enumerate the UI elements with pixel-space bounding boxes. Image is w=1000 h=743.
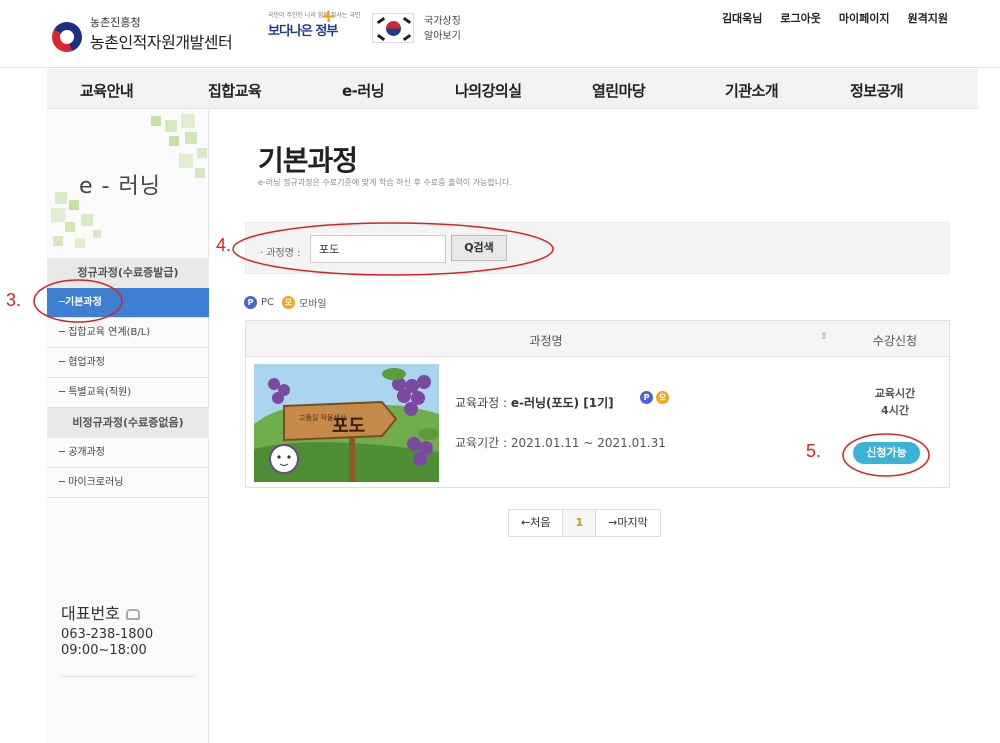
sidebar-hero: e - 러닝 bbox=[47, 110, 209, 258]
nav-education-info[interactable]: 교육안내 bbox=[80, 80, 134, 101]
page: 농촌진흥청 농촌인적자원개발센터 국민이 주인인 나라 함께 잘사는 국민 보다… bbox=[0, 0, 1000, 743]
contact-hours: 09:00~18:00 bbox=[61, 643, 147, 658]
sidebar-item-special[interactable]: ─ 특별교육(직원) bbox=[47, 378, 209, 408]
last-page-button[interactable]: →마지막 bbox=[596, 510, 660, 536]
pc-badge-icon: P bbox=[244, 296, 257, 309]
user-name-link[interactable]: 김대욱님 bbox=[722, 10, 762, 26]
sidebar: e - 러닝 정규과정(수료증발급) ─기본과정 ─ 집합교육 연계(B/L) … bbox=[47, 110, 209, 743]
divider bbox=[61, 676, 195, 677]
remote-support-link[interactable]: 원격지원 bbox=[908, 10, 948, 26]
page-description: e-러닝 정규과정은 수료기준에 맞게 학습 하신 후 수료증 출력이 가능합니… bbox=[258, 178, 513, 187]
course-table: 과정명 ⇕ 수강신청 고품질 작물생산 포도 교육과정: e-러닝(포도) [… bbox=[245, 320, 950, 488]
header: 농촌진흥청 농촌인적자원개발센터 국민이 주인인 나라 함께 잘사는 국민 보다… bbox=[0, 0, 1000, 68]
nav-elearning[interactable]: e-러닝 bbox=[342, 80, 385, 101]
nav-my-classroom[interactable]: 나의강의실 bbox=[455, 80, 522, 101]
contact-label: 대표번호 bbox=[61, 604, 120, 623]
pagination: ←처음 1 →마지막 bbox=[508, 509, 661, 537]
page-number-current[interactable]: 1 bbox=[563, 510, 597, 536]
mobile-badge-icon: 모 bbox=[656, 391, 669, 404]
contact-box: 대표번호 bbox=[61, 600, 140, 624]
main-nav: 교육안내 집합교육 e-러닝 나의강의실 열린마당 기관소개 정보공개 bbox=[47, 69, 978, 109]
annotation-label-4: 4. bbox=[216, 235, 232, 255]
nav-open-forum[interactable]: 열린마당 bbox=[592, 80, 646, 101]
top-links: 김대욱님 로그아웃 마이페이지 원격지원 bbox=[722, 10, 948, 26]
table-header: 과정명 ⇕ 수강신청 bbox=[246, 321, 949, 357]
course-search-input[interactable] bbox=[310, 235, 446, 263]
mobile-badge-icon: 모 bbox=[282, 296, 296, 309]
gov-plus-icon: + bbox=[321, 6, 337, 27]
col-apply: 수강신청 bbox=[872, 334, 918, 348]
page-title: 기본과정 bbox=[258, 144, 358, 177]
sidebar-group-nonregular: 비정규과정(수료증없음) bbox=[47, 408, 209, 438]
pc-label: PC bbox=[261, 297, 275, 308]
pc-badge-icon: P bbox=[640, 391, 653, 404]
course-thumbnail[interactable]: 고품질 작물생산 포도 bbox=[254, 364, 439, 482]
gov-slogan-small: 국민이 주인인 나라 함께 잘사는 국민 bbox=[268, 12, 361, 19]
search-panel: · 과정명 : Q검색 bbox=[245, 222, 950, 274]
apply-button[interactable]: 신청가능 bbox=[853, 442, 920, 464]
grape-illustration: 고품질 작물생산 포도 bbox=[254, 364, 439, 482]
course-name[interactable]: e-러닝(포도) [1기] bbox=[511, 396, 614, 410]
contact-phone: 063-238-1800 bbox=[61, 627, 154, 642]
sidebar-item-collab[interactable]: ─ 협업과정 bbox=[47, 348, 209, 378]
logout-link[interactable]: 로그아웃 bbox=[780, 10, 820, 26]
annotation-label-5: 5. bbox=[806, 441, 822, 461]
national-symbol-link[interactable]: 국가상징 알아보기 bbox=[424, 14, 461, 44]
korean-flag-icon[interactable] bbox=[372, 13, 414, 43]
sidebar-group-regular: 정규과정(수료증발급) bbox=[47, 258, 209, 288]
first-page-button[interactable]: ←처음 bbox=[509, 510, 564, 536]
course-title[interactable]: 교육과정 : e-러닝(포도) [1기] bbox=[455, 394, 614, 411]
org-small-label: 농촌진흥청 bbox=[90, 16, 141, 29]
course-device-icons: P 모 bbox=[640, 391, 669, 404]
gov-slogan-logo: 국민이 주인인 나라 함께 잘사는 국민 보다나은 정부 + bbox=[268, 6, 360, 44]
sidebar-item-blended[interactable]: ─ 집합교육 연계(B/L) bbox=[47, 318, 209, 348]
col-course-name: 과정명 bbox=[529, 334, 563, 348]
thumb-sign-text: 포도 bbox=[332, 416, 365, 437]
org-name-logo[interactable]: 농촌인적자원개발센터 bbox=[90, 29, 233, 53]
sidebar-item-public[interactable]: ─ 공개과정 bbox=[47, 438, 209, 468]
sidebar-item-microlearning[interactable]: ─ 마이크로러닝 bbox=[47, 468, 209, 498]
course-hours: 교육시간 4시간 bbox=[874, 387, 916, 417]
phone-icon bbox=[125, 609, 140, 620]
sidebar-item-basic-course[interactable]: ─기본과정 bbox=[47, 288, 209, 318]
sort-icon[interactable]: ⇕ bbox=[820, 332, 828, 342]
course-period: 교육기간 : 2021.01.11 ~ 2021.01.31 bbox=[455, 436, 666, 450]
rda-logo-icon[interactable] bbox=[52, 22, 82, 52]
annotation-label-3: 3. bbox=[6, 290, 22, 310]
mobile-label: 모바일 bbox=[299, 299, 327, 310]
mypage-link[interactable]: 마이페이지 bbox=[839, 10, 890, 26]
search-label: · 과정명 : bbox=[260, 248, 301, 259]
nav-info-disclosure[interactable]: 정보공개 bbox=[850, 80, 904, 101]
device-legend: P PC 모 모바일 bbox=[244, 295, 327, 310]
nav-group-education[interactable]: 집합교육 bbox=[208, 80, 262, 101]
nav-about[interactable]: 기관소개 bbox=[725, 80, 779, 101]
search-button[interactable]: Q검색 bbox=[451, 235, 507, 261]
sidebar-title: e - 러닝 bbox=[79, 174, 161, 199]
